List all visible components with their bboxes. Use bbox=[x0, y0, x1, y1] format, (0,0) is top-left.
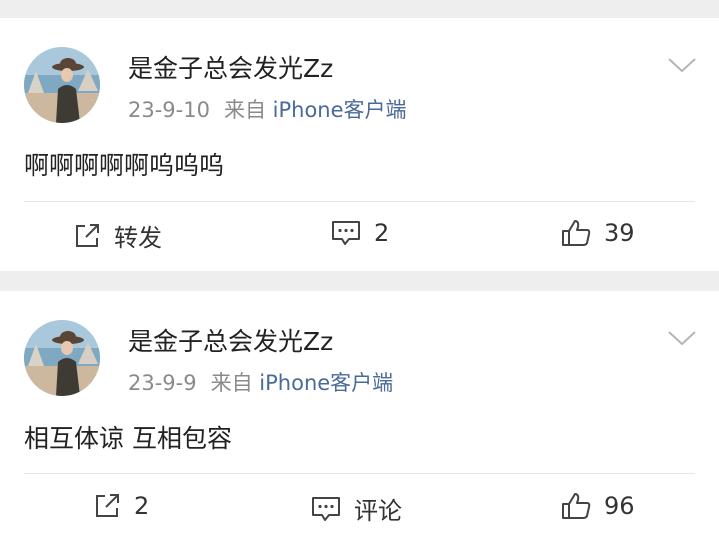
comment-button[interactable]: 评论 bbox=[310, 491, 402, 526]
username[interactable]: 是金子总会发光Zz bbox=[128, 322, 333, 358]
avatar[interactable] bbox=[24, 47, 100, 123]
like-count: 96 bbox=[604, 492, 635, 520]
repost-button[interactable]: 转发 bbox=[72, 218, 162, 253]
comment-button[interactable]: 2 bbox=[330, 218, 389, 248]
like-button[interactable]: 96 bbox=[560, 491, 635, 521]
divider bbox=[24, 201, 695, 202]
avatar-image bbox=[24, 320, 100, 396]
thumbs-up-icon bbox=[562, 493, 591, 519]
comment-icon bbox=[332, 221, 360, 245]
like-button[interactable]: 39 bbox=[560, 218, 635, 248]
share-icon bbox=[76, 223, 99, 247]
username[interactable]: 是金子总会发光Zz bbox=[128, 49, 333, 85]
avatar-image bbox=[24, 47, 100, 123]
chevron-down-icon[interactable] bbox=[667, 56, 697, 74]
post-content: 相互体谅 互相包容 bbox=[24, 424, 232, 453]
repost-button[interactable]: 2 bbox=[92, 491, 149, 521]
comment-icon bbox=[312, 496, 340, 521]
post-card[interactable]: 是金子总会发光Zz 23-9-10 来自 iPhone客户端 啊啊啊啊啊呜呜呜 转… bbox=[0, 18, 719, 271]
thumbs-up-icon bbox=[562, 220, 591, 246]
like-count: 39 bbox=[604, 219, 635, 247]
repost-label: 转发 bbox=[114, 224, 162, 252]
comment-label: 评论 bbox=[354, 497, 402, 525]
chevron-down-icon[interactable] bbox=[667, 329, 697, 347]
post-meta: 23-9-10 来自 iPhone客户端 bbox=[128, 94, 407, 124]
avatar[interactable] bbox=[24, 320, 100, 396]
post-content: 啊啊啊啊啊呜呜呜 bbox=[24, 151, 225, 180]
repost-count: 2 bbox=[134, 492, 150, 520]
post-card[interactable]: 是金子总会发光Zz 23-9-9 来自 iPhone客户端 相互体谅 互相包容 2… bbox=[0, 291, 719, 546]
share-icon bbox=[96, 494, 119, 517]
post-date: 23-9-10 bbox=[128, 98, 210, 122]
source-prefix: 来自 bbox=[223, 98, 266, 122]
comment-count: 2 bbox=[374, 219, 390, 247]
source-device[interactable]: iPhone客户端 bbox=[273, 98, 407, 122]
post-date: 23-9-9 bbox=[128, 371, 197, 395]
divider bbox=[24, 473, 695, 474]
source-device[interactable]: iPhone客户端 bbox=[259, 371, 393, 395]
source-prefix: 来自 bbox=[210, 371, 253, 395]
post-meta: 23-9-9 来自 iPhone客户端 bbox=[128, 367, 393, 397]
